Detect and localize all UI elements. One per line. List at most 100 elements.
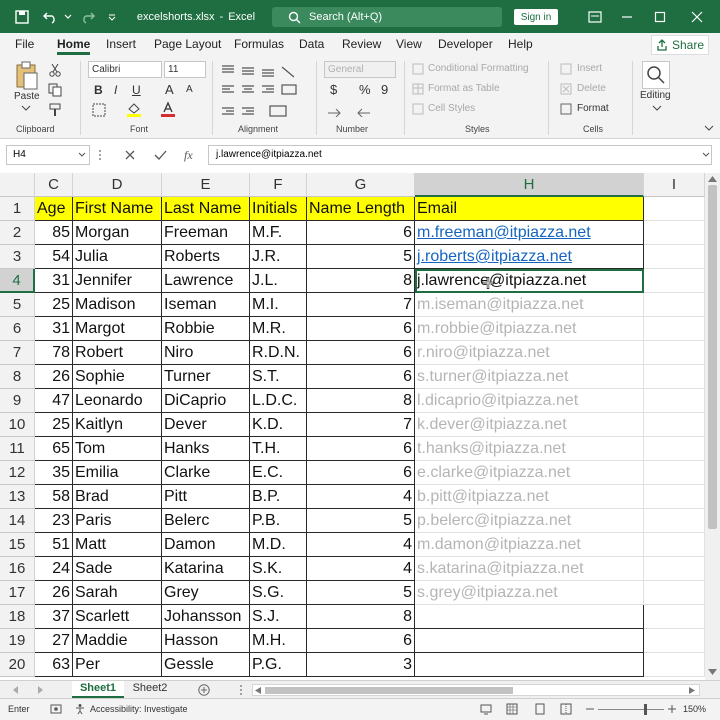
empty-cell[interactable] — [644, 341, 705, 365]
row-header[interactable]: 5 — [0, 293, 35, 317]
column-header-d[interactable]: D — [73, 173, 162, 197]
data-cell[interactable]: 26 — [35, 365, 73, 389]
data-cell[interactable]: 6 — [307, 629, 415, 653]
data-cell[interactable]: S.K. — [250, 557, 307, 581]
data-cell[interactable]: 8 — [307, 389, 415, 413]
borders-icon[interactable] — [92, 103, 108, 117]
zoom-level[interactable]: 150% — [683, 704, 706, 714]
column-header-h[interactable]: H — [415, 173, 644, 197]
flash-fill-preview-cell[interactable]: m.iseman@itpiazza.net — [415, 293, 644, 317]
currency-button[interactable]: $ — [330, 82, 337, 97]
data-cell[interactable]: M.F. — [250, 221, 307, 245]
data-cell[interactable]: Scarlett — [73, 605, 162, 629]
data-cell[interactable]: 6 — [307, 317, 415, 341]
data-cell[interactable]: Emilia — [73, 461, 162, 485]
data-cell[interactable]: Belerc — [162, 509, 250, 533]
accessibility-status[interactable]: Accessibility: Investigate — [90, 704, 188, 714]
row-header[interactable]: 16 — [0, 557, 35, 581]
search-box[interactable]: Search (Alt+Q) — [272, 7, 502, 27]
page-layout-view-icon[interactable] — [534, 703, 546, 715]
data-cell[interactable]: Clarke — [162, 461, 250, 485]
data-cell[interactable]: Robbie — [162, 317, 250, 341]
data-cell[interactable]: Johansson — [162, 605, 250, 629]
data-cell[interactable]: 31 — [35, 269, 73, 293]
flash-fill-preview-cell[interactable]: s.katarina@itpiazza.net — [415, 557, 644, 581]
format-as-table-button[interactable]: Format as Table — [428, 83, 500, 94]
data-cell[interactable]: Katarina — [162, 557, 250, 581]
data-cell[interactable]: 27 — [35, 629, 73, 653]
row-header[interactable]: 7 — [0, 341, 35, 365]
font-size-select[interactable]: 11 — [164, 61, 206, 78]
active-cell[interactable]: j.lawrence@itpiazza.net — [415, 269, 644, 293]
tab-developer[interactable]: Developer — [438, 37, 493, 55]
horizontal-scroll-thumb[interactable] — [265, 687, 513, 694]
row-header[interactable]: 20 — [0, 653, 35, 677]
data-cell[interactable]: Grey — [162, 581, 250, 605]
data-cell[interactable]: S.T. — [250, 365, 307, 389]
data-cell[interactable]: K.D. — [250, 413, 307, 437]
data-cell[interactable]: Margot — [73, 317, 162, 341]
tab-split-grip-icon[interactable] — [239, 684, 243, 696]
horizontal-scrollbar[interactable] — [252, 684, 700, 696]
format-painter-icon[interactable] — [48, 103, 62, 117]
data-cell[interactable]: 6 — [307, 437, 415, 461]
data-cell[interactable]: E.C. — [250, 461, 307, 485]
header-cell[interactable]: Initials — [250, 197, 307, 221]
data-cell[interactable]: Niro — [162, 341, 250, 365]
copy-icon[interactable] — [48, 83, 62, 97]
row-header[interactable]: 13 — [0, 485, 35, 509]
data-cell[interactable]: Per — [73, 653, 162, 677]
data-cell[interactable]: 5 — [307, 509, 415, 533]
tab-review[interactable]: Review — [342, 37, 381, 55]
data-cell[interactable]: 37 — [35, 605, 73, 629]
autosave-icon[interactable] — [8, 0, 36, 33]
row-header[interactable]: 12 — [0, 461, 35, 485]
empty-cell[interactable] — [644, 413, 705, 437]
normal-view-icon[interactable] — [506, 703, 518, 715]
data-cell[interactable]: L.D.C. — [250, 389, 307, 413]
number-format-select[interactable]: General — [324, 61, 396, 78]
column-header-i[interactable]: I — [644, 173, 705, 197]
empty-cell[interactable] — [644, 557, 705, 581]
flash-fill-preview-cell[interactable]: k.dever@itpiazza.net — [415, 413, 644, 437]
bold-button[interactable]: B — [94, 83, 103, 97]
data-cell[interactable]: Hanks — [162, 437, 250, 461]
column-header-c[interactable]: C — [35, 173, 73, 197]
data-cell[interactable]: 6 — [307, 221, 415, 245]
decimal-buttons-icon[interactable] — [326, 103, 386, 117]
flash-fill-preview-cell[interactable]: m.damon@itpiazza.net — [415, 533, 644, 557]
macro-recording-icon[interactable] — [50, 703, 62, 715]
data-cell[interactable]: 58 — [35, 485, 73, 509]
data-cell[interactable]: Lawrence — [162, 269, 250, 293]
tab-insert[interactable]: Insert — [106, 37, 136, 55]
zoom-out-icon[interactable] — [586, 705, 594, 713]
flash-fill-preview-cell[interactable]: m.robbie@itpiazza.net — [415, 317, 644, 341]
row-header[interactable]: 11 — [0, 437, 35, 461]
row-header[interactable]: 9 — [0, 389, 35, 413]
tab-home[interactable]: Home — [57, 37, 91, 55]
italic-button[interactable]: I — [114, 83, 117, 97]
row-header[interactable]: 8 — [0, 365, 35, 389]
flash-fill-preview-cell[interactable]: r.niro@itpiazza.net — [415, 341, 644, 365]
insert-cells-button[interactable]: Insert — [577, 63, 602, 74]
data-cell[interactable]: P.G. — [250, 653, 307, 677]
data-cell[interactable]: Madison — [73, 293, 162, 317]
data-cell[interactable]: 7 — [307, 413, 415, 437]
data-cell[interactable]: P.B. — [250, 509, 307, 533]
display-settings-icon[interactable] — [480, 703, 492, 715]
data-cell[interactable]: 35 — [35, 461, 73, 485]
grow-font-button[interactable]: A — [165, 82, 174, 97]
data-cell[interactable]: Jennifer — [73, 269, 162, 293]
undo-dropdown-icon[interactable] — [62, 0, 74, 33]
data-cell[interactable]: 24 — [35, 557, 73, 581]
data-cell[interactable]: 4 — [307, 533, 415, 557]
previous-sheet-icon[interactable] — [12, 686, 20, 694]
row-header[interactable]: 14 — [0, 509, 35, 533]
row-header[interactable]: 19 — [0, 629, 35, 653]
comma-style-button[interactable]: 9 — [381, 82, 388, 97]
data-cell[interactable]: Hasson — [162, 629, 250, 653]
data-cell[interactable]: 8 — [307, 605, 415, 629]
maximize-icon[interactable] — [645, 0, 675, 33]
paste-button[interactable]: Paste — [14, 91, 40, 102]
tab-file[interactable]: File — [15, 37, 34, 55]
